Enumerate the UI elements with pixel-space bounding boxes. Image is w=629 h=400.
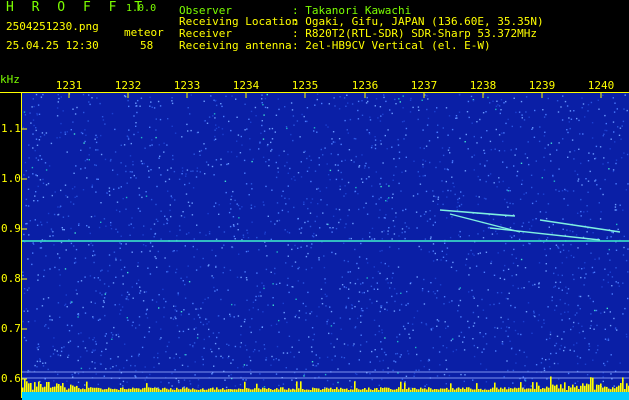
frequency-axis-line xyxy=(21,92,22,398)
minute-label: 1232 xyxy=(114,79,142,92)
minute-label: 1231 xyxy=(55,79,83,92)
minute-label: 1238 xyxy=(469,79,497,92)
frequency-tick-label: 1.0 xyxy=(1,172,21,185)
minute-label: 1235 xyxy=(291,79,319,92)
minute-label: 1239 xyxy=(528,79,556,92)
frequency-tick-label: 0.9 xyxy=(1,222,21,235)
minute-label: 1236 xyxy=(351,79,379,92)
frequency-tick-label: 1.1 xyxy=(1,122,21,135)
frequency-tick-label: 0.8 xyxy=(1,272,21,285)
frequency-unit-label: kHz xyxy=(0,73,20,86)
header-separator xyxy=(0,92,629,93)
spectrogram-background xyxy=(22,93,629,400)
minute-label: 1234 xyxy=(232,79,260,92)
spectrogram-plot xyxy=(22,92,629,400)
minute-label: 1233 xyxy=(173,79,201,92)
minute-label: 1240 xyxy=(587,79,615,92)
level-baseline xyxy=(22,392,629,400)
frequency-tick-label: 0.7 xyxy=(1,322,21,335)
minute-label: 1237 xyxy=(410,79,438,92)
frequency-tick-label: 0.6 xyxy=(1,372,21,385)
hrofft-spectrogram-window: H R O F F T 1.0.0 2504251230.png 25.04.2… xyxy=(0,0,629,400)
